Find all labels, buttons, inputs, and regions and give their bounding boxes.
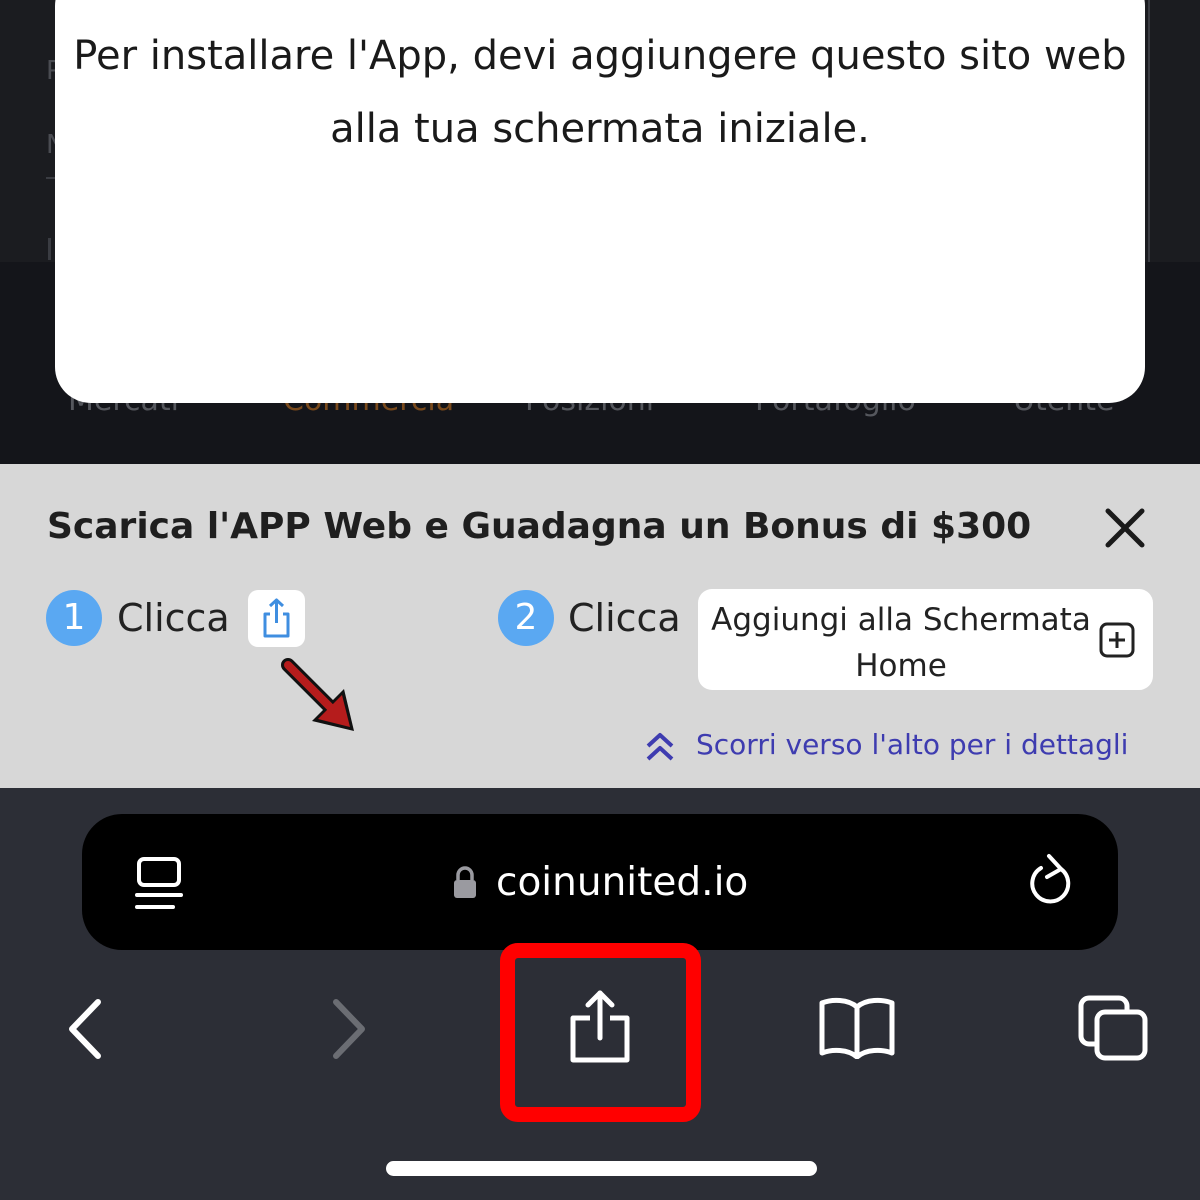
step-1-label: Clicca: [117, 596, 230, 640]
step-2-badge: 2: [498, 590, 554, 646]
scroll-hint-text: Scorri verso l'alto per i dettagli: [696, 728, 1129, 761]
background-divider: [1148, 0, 1150, 262]
home-indicator[interactable]: [386, 1161, 817, 1176]
close-button[interactable]: [1100, 503, 1150, 553]
step-1-share-chip: [248, 590, 305, 647]
forward-icon[interactable]: [328, 998, 368, 1060]
back-icon[interactable]: [66, 998, 106, 1060]
install-modal: Per installare l'App, devi aggiungere qu…: [55, 0, 1145, 403]
step-1-badge: 1: [46, 590, 102, 646]
lock-icon: [454, 866, 476, 898]
reload-icon[interactable]: [1025, 853, 1077, 909]
add-to-home-screen-label: Aggiungi alla Schermata Home: [711, 602, 1091, 684]
install-message: Per installare l'App, devi aggiungere qu…: [73, 33, 1127, 152]
share-icon: [263, 598, 290, 638]
step-2-label: Clicca: [568, 596, 681, 640]
url-text[interactable]: coinunited.io: [496, 860, 748, 905]
bookmarks-icon[interactable]: [818, 995, 896, 1059]
arrow-pointer-icon: [281, 658, 354, 731]
background-divider: [48, 238, 51, 260]
share-button-highlight: [500, 943, 701, 1122]
add-to-home-screen-chip: Aggiungi alla Schermata Home: [698, 589, 1153, 690]
double-chevron-up-icon: [646, 733, 674, 761]
tabs-icon[interactable]: [1077, 994, 1151, 1062]
banner-title: Scarica l'APP Web e Guadagna un Bonus di…: [47, 506, 1032, 547]
close-icon: [1105, 508, 1145, 548]
add-square-icon: [1099, 622, 1135, 658]
reader-menu-icon[interactable]: [133, 855, 185, 913]
